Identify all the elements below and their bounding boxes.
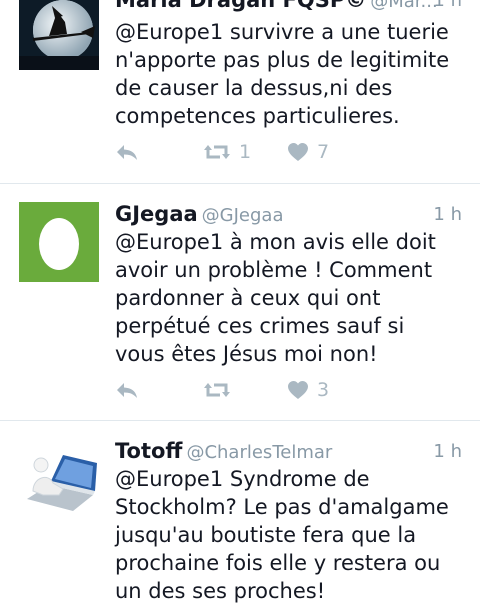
tweet-2[interactable]: GJegaa @GJegaa 1 h @Europe1 à mon avis el… bbox=[0, 184, 480, 420]
author-handle[interactable]: @GJegaa bbox=[202, 205, 284, 226]
heart-icon bbox=[288, 381, 308, 399]
like-count: 3 bbox=[317, 379, 330, 401]
reply-arrow-icon bbox=[117, 145, 137, 160]
avatar-gjegaa[interactable] bbox=[19, 202, 99, 282]
retweet-button[interactable]: 1 bbox=[203, 140, 251, 164]
laptop-person-avatar-icon bbox=[19, 439, 99, 519]
tweet-text: @Europe1 à mon avis elle doit avoir un p… bbox=[115, 228, 467, 368]
witch-moon-avatar-icon bbox=[19, 0, 99, 70]
avatar-totoff[interactable] bbox=[19, 439, 99, 519]
reply-button[interactable] bbox=[115, 140, 139, 164]
retweet-icon bbox=[204, 383, 230, 397]
tweet-text-line: n'apporte pas plus de legitimite bbox=[115, 48, 450, 72]
tweet-3[interactable]: Totoff @CharlesTelmar 1 h @Europe1 Syndro… bbox=[0, 421, 480, 603]
tweet-text-line: avoir un problème ! Comment bbox=[115, 258, 433, 282]
author-name[interactable]: Totoff bbox=[115, 439, 182, 463]
author-name[interactable]: GJegaa bbox=[115, 202, 198, 226]
tweet-header: Totoff @CharlesTelmar 1 h bbox=[115, 439, 462, 465]
retweet-icon bbox=[204, 145, 230, 159]
like-button[interactable]: 3 bbox=[287, 378, 329, 402]
tweet-text-line: pardonner à ceux qui ont bbox=[115, 286, 381, 310]
tweet-header: GJegaa @GJegaa 1 h bbox=[115, 202, 462, 228]
tweet-text-line: @Europe1 Syndrome de bbox=[115, 467, 370, 491]
like-count: 7 bbox=[317, 141, 330, 163]
author-handle[interactable]: @Mar... bbox=[370, 0, 437, 12]
tweet-text-line: prochaine fois elle y restera ou bbox=[115, 551, 441, 575]
tweet-text-line: un des ses proches! bbox=[115, 579, 326, 603]
tweet-text-line: vous êtes Jésus moi non! bbox=[115, 342, 378, 366]
author-name[interactable]: Maria Dragan FQSP© bbox=[115, 0, 366, 12]
author-handle[interactable]: @CharlesTelmar bbox=[186, 442, 332, 463]
tweet-text-line: competences particulieres. bbox=[115, 104, 400, 128]
avatar-maria[interactable] bbox=[19, 0, 99, 70]
tweet-header: Maria Dragan FQSP© @Mar... 1 h bbox=[115, 0, 462, 14]
retweet-button[interactable] bbox=[203, 378, 239, 402]
tweet-text: @Europe1 Syndrome de Stockholm? Le pas d… bbox=[115, 465, 467, 605]
reply-button[interactable] bbox=[115, 378, 139, 402]
retweet-count: 1 bbox=[239, 141, 252, 163]
tweet-text-line: jusqu'au boutiste fera que la bbox=[115, 523, 417, 547]
tweet-text-line: @Europe1 survivre a une tuerie bbox=[115, 20, 449, 44]
heart-icon bbox=[288, 143, 308, 161]
tweet-text-line: de causer la dessus,ni des bbox=[115, 76, 393, 100]
tweet-1[interactable]: Maria Dragan FQSP© @Mar... 1 h @Europe1 s… bbox=[0, 0, 480, 182]
tweet-text-line: Stockholm? Le pas d'amalgame bbox=[115, 495, 449, 519]
like-button[interactable]: 7 bbox=[287, 140, 329, 164]
default-egg-avatar-icon bbox=[19, 202, 99, 282]
tweet-time: 1 h bbox=[433, 441, 462, 462]
tweet-text-line: @Europe1 à mon avis elle doit bbox=[115, 230, 436, 254]
reply-arrow-icon bbox=[117, 383, 137, 398]
tweet-time: 1 h bbox=[433, 204, 462, 225]
tweet-text-line: perpétué ces crimes sauf si bbox=[115, 314, 405, 338]
tweet-text: @Europe1 survivre a une tuerie n'apporte… bbox=[115, 18, 467, 130]
tweet-time: 1 h bbox=[433, 0, 462, 11]
